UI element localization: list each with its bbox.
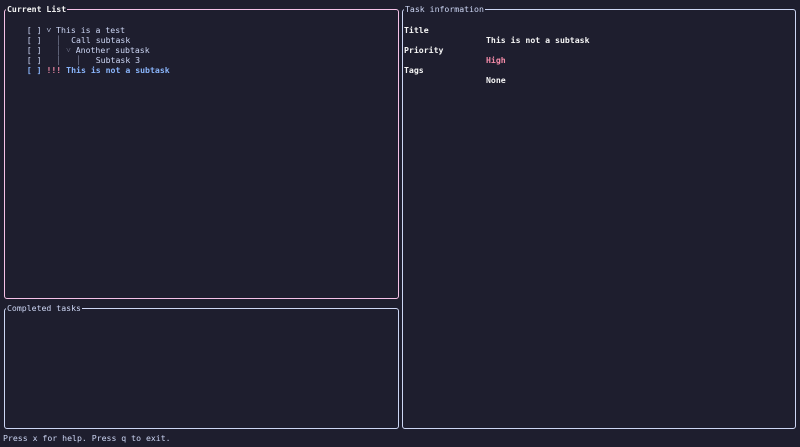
completed-tasks-panel[interactable]: Completed tasks xyxy=(4,303,399,429)
checkbox[interactable]: [ ] xyxy=(27,65,42,75)
info-label: Priority xyxy=(404,45,444,55)
priority-marker: !!! xyxy=(46,65,62,75)
task-row[interactable]: [ ] ˅ This is a test xyxy=(7,15,125,35)
info-row-tags: Tags None xyxy=(404,55,506,85)
task-row[interactable]: [ ] │ Call subtask xyxy=(7,25,131,45)
info-value: High xyxy=(486,55,506,65)
task-row[interactable]: [ ] │ │ Subtask 3 xyxy=(7,45,140,65)
info-value: This is not a subtask xyxy=(486,35,590,45)
info-row-priority: Priority High xyxy=(404,35,506,65)
info-label: Title xyxy=(404,25,429,35)
current-list-title: Current List xyxy=(6,4,68,14)
completed-tasks-title: Completed tasks xyxy=(6,303,82,313)
status-bar: Press x for help. Press q to exit. xyxy=(3,433,171,443)
info-value: None xyxy=(486,75,506,85)
task-information-panel: Task information Title This is not a sub… xyxy=(402,4,796,429)
task-title: This is not a subtask xyxy=(61,65,170,75)
task-row-selected[interactable]: [ ] !!! This is not a subtask xyxy=(7,55,170,75)
task-row[interactable]: [ ] │ ˅ Another subtask xyxy=(7,35,150,55)
info-label: Tags xyxy=(404,65,424,75)
info-row-title: Title This is not a subtask xyxy=(404,15,590,45)
current-list-panel[interactable]: Current List [ ] ˅ This is a test [ ] │ … xyxy=(4,4,399,299)
task-information-title: Task information xyxy=(404,4,485,14)
